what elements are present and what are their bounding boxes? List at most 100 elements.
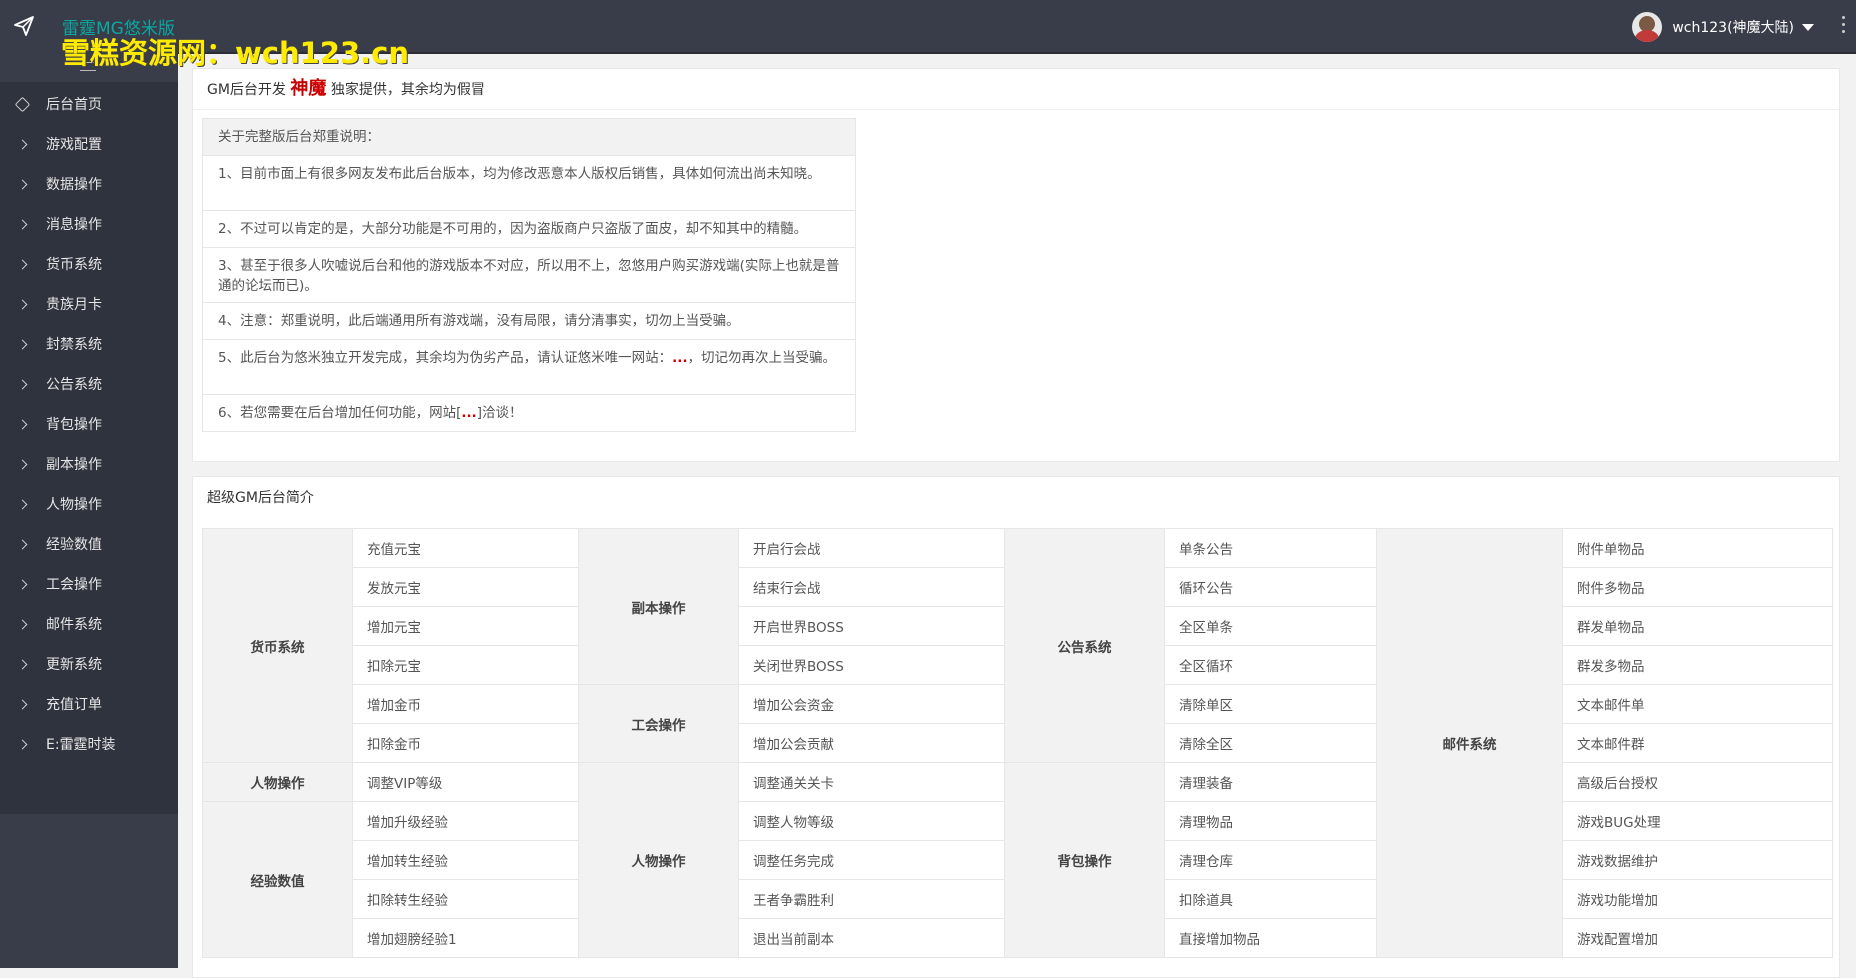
avatar[interactable] [1632,12,1663,42]
chevron-right-icon [16,458,28,470]
feature-cell: 增加转生经验 [352,840,579,880]
sidebar-item[interactable]: 数据操作 [0,164,178,204]
feature-table: 货币系统 充值元宝 副本操作 开启行会战 公告系统 单条公告 邮件系统 附件单物品 发放元宝 结束… [202,528,1833,958]
notice-row: 2、不过可以肯定的是，大部分功能是不可用的，因为盗版商户只盗版了面皮，却不知其中… [203,210,855,247]
feature-cell: 充值元宝 [352,528,579,568]
sidebar-item[interactable]: 人物操作 [0,484,178,524]
sidebar-item[interactable]: 消息操作 [0,204,178,244]
notice-row: 6、若您需要在后台增加任何功能，网站[...]洽谈！ [203,394,855,431]
sidebar-item-label: 货币系统 [46,257,102,273]
sidebar-item-label: 副本操作 [46,457,102,473]
feature-cell: 游戏数据维护 [1562,840,1833,880]
feature-cell: 循环公告 [1164,567,1377,607]
sidebar-item-label: 背包操作 [46,417,102,433]
category-cell: 公告系统 [1004,528,1165,763]
feature-cell: 直接增加物品 [1164,918,1377,958]
feature-cell: 增加公会资金 [738,684,1005,724]
feature-cell: 增加金币 [352,684,579,724]
feature-cell: 清除单区 [1164,684,1377,724]
feature-cell: 增加公会贡献 [738,723,1005,763]
feature-cell: 文本邮件群 [1562,723,1833,763]
sidebar-item[interactable]: 副本操作 [0,444,178,484]
website-link[interactable]: ... [461,405,476,421]
sidebar-item-label: 贵族月卡 [46,297,102,313]
watermark-text: 雪糕资源网：wch123.cn [61,36,410,70]
notice-text: ]洽谈！ [476,405,523,421]
notice-row: 3、甚至于很多人吹嘘说后台和他的游戏版本不对应，所以用不上，忽悠用户购买游戏端(… [203,247,855,302]
feature-cell: 退出当前副本 [738,918,1005,958]
sidebar-item[interactable]: 贵族月卡 [0,284,178,324]
chevron-right-icon [16,298,28,310]
sidebar: 后台首页游戏配置数据操作消息操作货币系统贵族月卡封禁系统公告系统背包操作副本操作… [0,52,178,968]
sidebar-item[interactable]: 邮件系统 [0,604,178,644]
sidebar-item-label: 封禁系统 [46,337,102,353]
sidebar-item[interactable]: 游戏配置 [0,124,178,164]
chevron-right-icon [16,338,28,350]
notice-text: 6、若您需要在后台增加任何功能，网站[ [218,405,462,421]
user-menu[interactable]: wch123(神魔大陆) [1632,12,1814,42]
notice-text: ，切记勿再次上当受骗。 [687,350,836,366]
sidebar-item-label: 更新系统 [46,657,102,673]
feature-cell: 调整人物等级 [738,801,1005,841]
sidebar-item[interactable]: 货币系统 [0,244,178,284]
paper-plane-icon[interactable] [12,14,36,38]
chevron-right-icon [16,578,28,590]
category-cell: 人物操作 [578,762,739,958]
feature-cell: 高级后台授权 [1562,762,1833,802]
feature-cell: 开启世界BOSS [738,606,1005,646]
sidebar-item-label: 工会操作 [46,577,102,593]
category-cell: 副本操作 [578,528,739,685]
notice-row: 1、目前市面上有很多网友发布此后台版本，均为修改恶意本人版权后销售，具体如何流出… [203,155,855,210]
feature-cell: 游戏BUG处理 [1562,801,1833,841]
feature-cell: 扣除道具 [1164,879,1377,919]
notice-text: 5、此后台为悠米独立开发完成，其余均为伪劣产品，请认证悠米唯一网站： [218,350,673,366]
feature-cell: 清理物品 [1164,801,1377,841]
sidebar-item[interactable]: 后台首页 [0,84,178,124]
chevron-right-icon [16,138,28,150]
sidebar-item[interactable]: 背包操作 [0,404,178,444]
caret-down-icon[interactable] [1802,23,1814,31]
sidebar-item[interactable]: E:雷霆时装 [0,724,178,764]
category-cell: 工会操作 [578,684,739,763]
sidebar-item-label: 充值订单 [46,697,102,713]
chevron-right-icon [16,178,28,190]
feature-cell: 扣除金币 [352,723,579,763]
chevron-right-icon [16,698,28,710]
sidebar-item[interactable]: 工会操作 [0,564,178,604]
sidebar-item[interactable]: 更新系统 [0,644,178,684]
user-name[interactable]: wch123(神魔大陆) [1672,17,1794,37]
feature-cell: 增加元宝 [352,606,579,646]
chevron-right-icon [16,618,28,630]
sidebar-item-label: 数据操作 [46,177,102,193]
category-cell: 背包操作 [1004,762,1165,958]
feature-cell: 群发单物品 [1562,606,1833,646]
home-icon [14,96,30,112]
feature-cell: 游戏功能增加 [1562,879,1833,919]
category-cell: 经验数值 [202,801,353,958]
feature-cell: 全区单条 [1164,606,1377,646]
website-link[interactable]: ... [672,350,687,366]
feature-cell: 扣除转生经验 [352,879,579,919]
feature-cell: 调整任务完成 [738,840,1005,880]
sidebar-item-label: 游戏配置 [46,137,102,153]
notice-title: 关于完整版后台郑重说明： [203,119,855,155]
more-vertical-icon[interactable] [1842,16,1846,36]
notice-card-header: GM后台开发 神魔 独家提供，其余均为假冒 [193,69,1839,110]
notice-row: 4、注意：郑重说明，此后端通用所有游戏端，没有局限，请分清事实，切勿上当受骗。 [203,302,855,339]
feature-cell: 增加翅膀经验1 [352,918,579,958]
feature-cell: 开启行会战 [738,528,1005,568]
feature-cell: 游戏配置增加 [1562,918,1833,958]
chevron-right-icon [16,258,28,270]
sidebar-item[interactable]: 公告系统 [0,364,178,404]
feature-cell: 调整通关关卡 [738,762,1005,802]
feature-cell: 清理装备 [1164,762,1377,802]
top-header: 雷霆MG悠米版 雪糕资源网：wch123.cn wch123(神魔大陆) [0,0,1856,70]
sidebar-item[interactable]: 充值订单 [0,684,178,724]
sidebar-item-label: 公告系统 [46,377,102,393]
feature-cell: 清理仓库 [1164,840,1377,880]
chevron-right-icon [16,538,28,550]
sidebar-item[interactable]: 封禁系统 [0,324,178,364]
sidebar-item[interactable]: 经验数值 [0,524,178,564]
feature-cell: 扣除元宝 [352,645,579,685]
chevron-right-icon [16,498,28,510]
